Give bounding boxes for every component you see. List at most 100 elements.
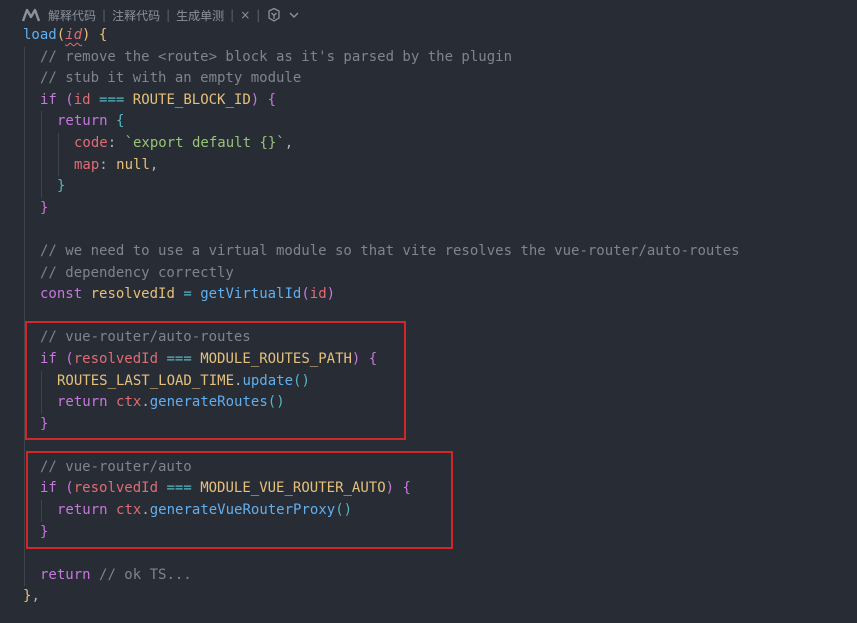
indent-guide bbox=[24, 348, 25, 371]
code-line[interactable] bbox=[0, 543, 857, 565]
code-token: } bbox=[40, 415, 49, 432]
code-token: } bbox=[57, 178, 66, 195]
code-token: MODULE_ROUTES_PATH bbox=[200, 350, 352, 367]
code-token: ROUTES_LAST_LOAD_TIME bbox=[57, 372, 235, 389]
code-line[interactable]: return ctx.generateVueRouterProxy() bbox=[0, 500, 857, 522]
code-line-content: if (id === ROUTE_BLOCK_ID) { bbox=[40, 90, 276, 112]
explain-code-action[interactable]: 解释代码 bbox=[48, 7, 96, 24]
code-token: ( bbox=[65, 91, 74, 108]
generate-test-action[interactable]: 生成单测 bbox=[176, 7, 224, 24]
code-token: , bbox=[149, 156, 159, 173]
indent-guide bbox=[41, 111, 42, 133]
code-line[interactable] bbox=[0, 219, 857, 241]
code-line-content: if (resolvedId === MODULE_VUE_ROUTER_AUT… bbox=[40, 478, 411, 500]
code-line-content: map: null, bbox=[74, 155, 158, 177]
code-token: return bbox=[57, 113, 108, 130]
code-line-content: } bbox=[57, 176, 65, 198]
code-line-content: return { bbox=[57, 111, 124, 133]
indent-guide bbox=[24, 521, 25, 544]
ai-codelens-bar: 解释代码 | 注释代码 | 生成单测 | × | bbox=[22, 4, 300, 26]
code-line[interactable]: if (id === ROUTE_BLOCK_ID) { bbox=[0, 89, 857, 112]
code-line[interactable]: return { bbox=[0, 111, 857, 133]
codelens-separator: | bbox=[230, 8, 235, 22]
code-token: } bbox=[40, 199, 49, 216]
code-line[interactable]: // dependency correctly bbox=[0, 262, 857, 285]
indent-guide bbox=[24, 240, 25, 263]
marscode-logo-icon bbox=[22, 8, 42, 22]
code-token: if bbox=[40, 350, 57, 367]
code-token: return bbox=[57, 394, 108, 411]
code-line[interactable]: code: `export default {}`, bbox=[0, 132, 857, 155]
indent-guide bbox=[58, 132, 59, 155]
code-line[interactable]: } bbox=[0, 521, 857, 544]
code-line[interactable]: const resolvedId = getVirtualId(id) bbox=[0, 284, 857, 306]
indent-guide bbox=[24, 305, 25, 328]
code-line-content: // we need to use a virtual module so th… bbox=[40, 241, 740, 263]
code-token: . bbox=[141, 502, 150, 519]
indent-guide bbox=[24, 197, 25, 220]
code-line-content: return ctx.generateRoutes() bbox=[57, 392, 285, 414]
code-line[interactable] bbox=[0, 435, 857, 457]
code-token: const bbox=[40, 286, 83, 303]
code-line-content: ROUTES_LAST_LOAD_TIME.update() bbox=[57, 371, 310, 393]
code-token: = bbox=[183, 286, 192, 303]
code-line[interactable]: return // ok TS... bbox=[0, 564, 857, 587]
code-line[interactable]: } bbox=[0, 176, 857, 198]
code-line-content: // remove the <route> block as it's pars… bbox=[40, 47, 512, 69]
indent-guide bbox=[24, 327, 25, 349]
indent-guide bbox=[24, 111, 25, 133]
code-line[interactable]: // we need to use a virtual module so th… bbox=[0, 240, 857, 263]
code-token: { bbox=[116, 113, 125, 130]
code-token: : bbox=[99, 156, 117, 173]
code-line[interactable]: // stub it with an empty module bbox=[0, 68, 857, 90]
code-line-content: return ctx.generateVueRouterProxy() bbox=[57, 500, 352, 522]
code-line-content: // stub it with an empty module bbox=[40, 68, 301, 90]
code-token: ( bbox=[301, 286, 310, 303]
indent-guide bbox=[24, 176, 25, 198]
code-line[interactable]: }, bbox=[0, 586, 857, 608]
code-line[interactable] bbox=[0, 305, 857, 328]
code-token: resolvedId bbox=[90, 286, 175, 303]
code-token: () bbox=[335, 502, 353, 519]
indent-guide bbox=[24, 435, 25, 457]
code-line[interactable]: // remove the <route> block as it's pars… bbox=[0, 46, 857, 69]
code-line[interactable]: // vue-router/auto bbox=[0, 456, 857, 479]
code-token: // we need to use a virtual module so th… bbox=[40, 242, 740, 259]
code-line[interactable]: if (resolvedId === MODULE_VUE_ROUTER_AUT… bbox=[0, 478, 857, 501]
code-token: === bbox=[166, 480, 192, 497]
code-line[interactable]: map: null, bbox=[0, 154, 857, 177]
code-token: resolvedId bbox=[73, 350, 159, 367]
comment-code-action[interactable]: 注释代码 bbox=[112, 7, 160, 24]
indent-guide bbox=[24, 500, 25, 522]
code-line[interactable]: if (resolvedId === MODULE_ROUTES_PATH) { bbox=[0, 348, 857, 371]
code-line[interactable]: // vue-router/auto-routes bbox=[0, 327, 857, 349]
code-token: `export default {}` bbox=[124, 134, 285, 151]
code-token: ) bbox=[250, 91, 260, 108]
code-line[interactable]: load(id) { bbox=[0, 25, 857, 47]
code-token: return bbox=[57, 502, 108, 519]
code-token: { bbox=[98, 27, 108, 43]
indent-guide bbox=[58, 154, 59, 177]
indent-guide bbox=[24, 46, 25, 69]
code-token: ctx bbox=[116, 394, 142, 411]
ai-assistant-icon[interactable] bbox=[266, 7, 282, 23]
code-editor[interactable]: load(id) {// remove the <route> block as… bbox=[0, 25, 857, 608]
indent-guide bbox=[24, 370, 25, 393]
chevron-down-icon[interactable] bbox=[288, 9, 300, 21]
indent-guide bbox=[24, 543, 25, 565]
code-token: MODULE_VUE_ROUTER_AUTO bbox=[200, 480, 386, 497]
indent-guide bbox=[24, 564, 25, 587]
code-line[interactable]: ROUTES_LAST_LOAD_TIME.update() bbox=[0, 370, 857, 393]
code-line[interactable]: return ctx.generateRoutes() bbox=[0, 392, 857, 414]
code-line[interactable]: } bbox=[0, 413, 857, 436]
close-icon[interactable]: × bbox=[240, 8, 250, 22]
code-token: id bbox=[73, 91, 91, 108]
code-line[interactable]: } bbox=[0, 197, 857, 220]
indent-guide bbox=[41, 392, 42, 414]
indent-guide bbox=[24, 456, 25, 479]
codelens-separator: | bbox=[166, 8, 171, 22]
